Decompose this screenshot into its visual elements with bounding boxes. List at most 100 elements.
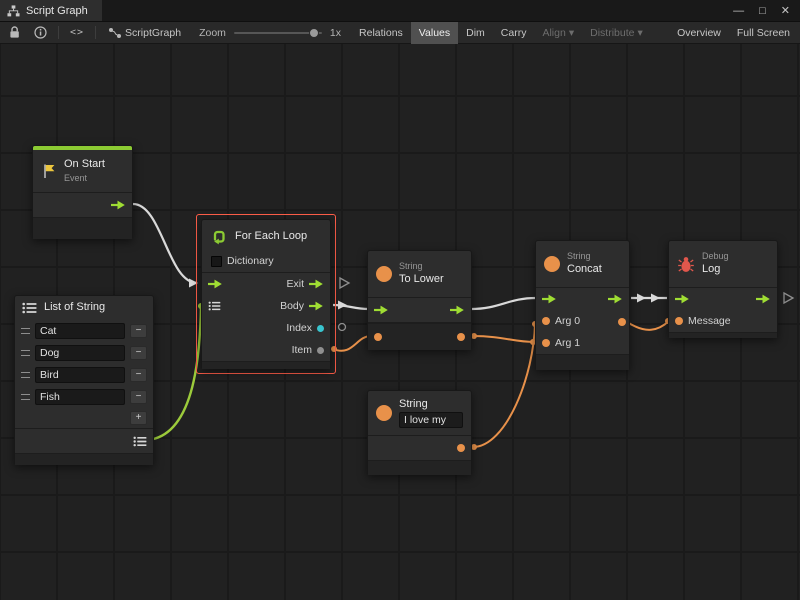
list-item-input[interactable]: [35, 345, 125, 361]
node-list-of-string[interactable]: List of String − − − − +: [14, 295, 154, 465]
remove-item-button[interactable]: −: [130, 346, 147, 360]
wire-body-to-tolower[interactable]: [333, 305, 369, 309]
zoom-label: Zoom: [189, 27, 234, 39]
list-item-input[interactable]: [35, 367, 125, 383]
remove-item-button[interactable]: −: [130, 368, 147, 382]
toolbar-separator: [95, 26, 96, 39]
distribute-dropdown[interactable]: Distribute ▾: [582, 22, 651, 44]
unconnected-index-indicator: [339, 324, 346, 331]
list-item-input[interactable]: [35, 389, 125, 405]
add-item-button[interactable]: +: [130, 411, 147, 425]
node-title: On Start: [64, 158, 105, 172]
wire-onstart-to-foreach[interactable]: [133, 204, 197, 283]
wire-tolower-to-arg1[interactable]: [473, 336, 534, 342]
list-item-row: −: [15, 364, 153, 386]
flow-out-port[interactable]: [608, 294, 623, 304]
drag-handle-icon[interactable]: [21, 328, 30, 334]
exit-flow-out-port[interactable]: [309, 279, 324, 289]
info-icon-glyph: [34, 26, 47, 39]
code-view-icon[interactable]: <>: [63, 22, 91, 44]
node-concat[interactable]: String Concat Arg 0 Arg 1: [535, 240, 630, 370]
lock-icon[interactable]: [2, 22, 27, 44]
node-category: Debug: [702, 251, 729, 262]
node-title: Concat: [567, 263, 602, 277]
body-flow-out-port[interactable]: [309, 301, 324, 311]
graph-breadcrumb[interactable]: ScriptGraph: [100, 22, 189, 44]
wire-arrowhead: [637, 294, 646, 303]
string-in-port[interactable]: [374, 333, 382, 341]
arg0-in-port[interactable]: [542, 317, 550, 325]
drag-handle-icon[interactable]: [21, 350, 30, 356]
maximize-icon[interactable]: □: [759, 5, 766, 17]
chevron-down-icon: ▾: [569, 27, 574, 39]
list-item-row: −: [15, 386, 153, 408]
remove-item-button[interactable]: −: [130, 324, 147, 338]
node-to-lower[interactable]: String To Lower: [367, 250, 472, 350]
remove-item-button[interactable]: −: [130, 390, 147, 404]
string-value-input[interactable]: [399, 412, 463, 428]
node-title: For Each Loop: [235, 230, 307, 244]
node-title: To Lower: [399, 273, 444, 287]
result-out-port[interactable]: [618, 318, 626, 326]
node-footer: [536, 354, 629, 370]
flow-in-port[interactable]: [542, 294, 557, 304]
list-item-row: −: [15, 320, 153, 342]
graph-name: ScriptGraph: [125, 27, 181, 39]
index-out-port[interactable]: [317, 325, 324, 332]
string-type-icon: [544, 256, 560, 272]
wire-item-to-tolower[interactable]: [333, 336, 371, 351]
zoom-slider[interactable]: [234, 32, 322, 34]
drag-handle-icon[interactable]: [21, 394, 30, 400]
node-for-each-loop[interactable]: For Each Loop Dictionary Exit B: [201, 219, 331, 369]
arg1-port-label: Arg 1: [555, 337, 580, 349]
list-in-port[interactable]: [208, 301, 221, 311]
flow-in-port[interactable]: [374, 305, 389, 315]
tab-script-graph[interactable]: Script Graph: [0, 0, 102, 21]
drag-handle-icon[interactable]: [21, 372, 30, 378]
zoom-value: 1x: [322, 27, 351, 39]
string-out-port[interactable]: [457, 333, 465, 341]
info-icon[interactable]: [27, 22, 54, 44]
zoom-slider-handle[interactable]: [309, 28, 319, 38]
flow-in-port[interactable]: [675, 294, 690, 304]
string-type-icon: [376, 266, 392, 282]
flow-out-port[interactable]: [756, 294, 771, 304]
wire-tolower-to-concat[interactable]: [471, 298, 536, 309]
dim-button[interactable]: Dim: [458, 22, 493, 44]
full-screen-button[interactable]: Full Screen: [729, 22, 798, 44]
node-title: List of String: [44, 301, 105, 315]
node-on-start[interactable]: On Start Event: [32, 145, 133, 239]
item-out-port[interactable]: [317, 347, 324, 354]
distribute-label: Distribute: [590, 27, 634, 39]
window-controls: — □ ✕: [733, 0, 800, 21]
wire-list-to-foreach[interactable]: [148, 306, 201, 440]
minimize-icon[interactable]: —: [733, 5, 744, 17]
node-string-literal[interactable]: String: [367, 390, 472, 475]
align-label: Align: [542, 27, 565, 39]
overview-button[interactable]: Overview: [669, 22, 729, 44]
string-out-port[interactable]: [457, 444, 465, 452]
arg1-in-port[interactable]: [542, 339, 550, 347]
close-icon[interactable]: ✕: [781, 4, 790, 17]
relations-button[interactable]: Relations: [351, 22, 411, 44]
align-dropdown[interactable]: Align ▾: [534, 22, 582, 44]
flow-in-port[interactable]: [208, 279, 223, 289]
carry-button[interactable]: Carry: [493, 22, 535, 44]
lock-icon-glyph: [9, 26, 20, 39]
node-subtitle: Event: [64, 173, 105, 184]
wire-concat-to-message[interactable]: [627, 321, 669, 330]
node-footer: [368, 460, 471, 475]
flow-out-port[interactable]: [450, 305, 465, 315]
flow-out-port[interactable]: [111, 200, 126, 210]
list-item-input[interactable]: [35, 323, 125, 339]
node-footer: [202, 361, 330, 369]
wire-arrowhead: [338, 301, 347, 310]
wire-literal-to-arg0[interactable]: [473, 323, 535, 447]
message-in-port[interactable]: [675, 317, 683, 325]
graph-breadcrumb-icon: [108, 27, 122, 39]
node-debug-log[interactable]: Debug Log Message: [668, 240, 778, 338]
graph-canvas[interactable]: On Start Event List of String −: [0, 44, 800, 600]
dictionary-checkbox[interactable]: [211, 256, 222, 267]
list-out-port[interactable]: [133, 436, 147, 447]
values-button[interactable]: Values: [411, 22, 458, 44]
